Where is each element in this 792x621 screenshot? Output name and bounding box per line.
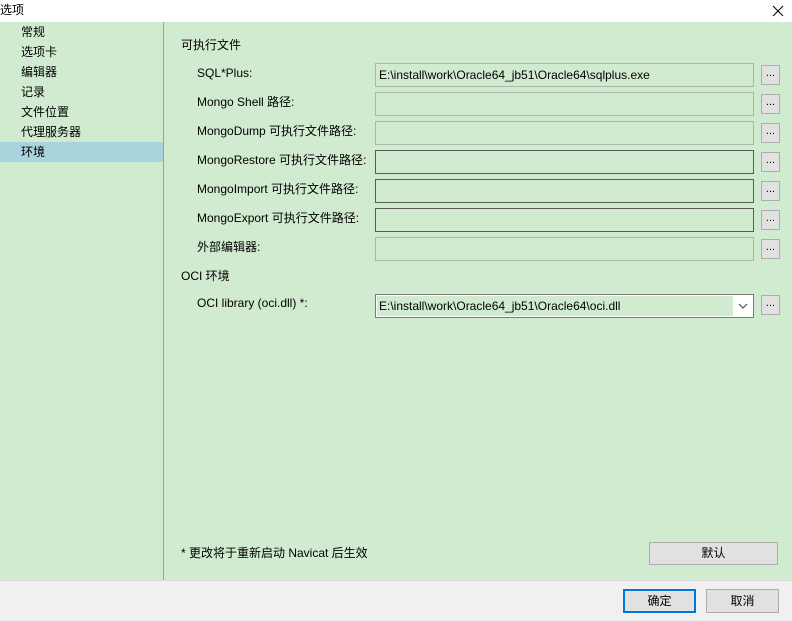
mongoimport-browse-button[interactable]: ... <box>761 181 780 201</box>
mongorestore-label: MongoRestore 可执行文件路径: <box>197 153 367 167</box>
default-button[interactable]: 默认 <box>649 542 778 565</box>
sqlplus-path-input[interactable] <box>375 63 754 87</box>
dialog-footer: 确定 取消 <box>0 580 792 621</box>
external-editor-browse-button[interactable]: ... <box>761 239 780 259</box>
window-title: 选项 <box>0 3 25 17</box>
mongoexport-browse-button[interactable]: ... <box>761 210 780 230</box>
oci-library-value: E:\install\work\Oracle64_jb51\Oracle64\o… <box>377 296 733 316</box>
executables-section-title: 可执行文件 <box>181 38 242 52</box>
external-editor-label: 外部编辑器: <box>197 240 261 254</box>
external-editor-path-input[interactable] <box>375 237 754 261</box>
environment-panel: 可执行文件 SQL*Plus: ... Mongo Shell 路径: ... … <box>164 22 792 580</box>
sqlplus-browse-button[interactable]: ... <box>761 65 780 85</box>
oci-library-browse-button[interactable]: ... <box>761 295 780 315</box>
oci-library-label: OCI library (oci.dll) *: <box>197 296 308 310</box>
mongoexport-path-input[interactable] <box>375 208 754 232</box>
restart-note: * 更改将于重新启动 Navicat 后生效 <box>181 546 368 560</box>
mongodump-path-input[interactable] <box>375 121 754 145</box>
oci-section-title: OCI 环境 <box>181 269 230 283</box>
mongodump-browse-button[interactable]: ... <box>761 123 780 143</box>
mongorestore-browse-button[interactable]: ... <box>761 152 780 172</box>
sidebar-item-general[interactable]: 常规 <box>0 22 163 42</box>
sidebar-item-environment[interactable]: 环境 <box>0 142 163 162</box>
sidebar-item-tabs[interactable]: 选项卡 <box>0 42 163 62</box>
mongoimport-path-input[interactable] <box>375 179 754 203</box>
mongoexport-label: MongoExport 可执行文件路径: <box>197 211 360 225</box>
mongo-shell-path-input[interactable] <box>375 92 754 116</box>
options-sidebar: 常规 选项卡 编辑器 记录 文件位置 代理服务器 环境 <box>0 22 164 580</box>
ok-button[interactable]: 确定 <box>623 589 696 613</box>
sidebar-item-records[interactable]: 记录 <box>0 82 163 102</box>
title-bar: 选项 <box>0 0 792 22</box>
mongodump-label: MongoDump 可执行文件路径: <box>197 124 357 138</box>
sidebar-item-editor[interactable]: 编辑器 <box>0 62 163 82</box>
sqlplus-label: SQL*Plus: <box>197 66 253 80</box>
close-button[interactable] <box>764 0 792 22</box>
chevron-down-icon <box>738 303 748 309</box>
mongo-shell-label: Mongo Shell 路径: <box>197 95 295 109</box>
oci-library-dropdown-button[interactable] <box>733 295 753 317</box>
oci-library-combobox[interactable]: E:\install\work\Oracle64_jb51\Oracle64\o… <box>375 294 754 318</box>
sidebar-item-file-location[interactable]: 文件位置 <box>0 102 163 122</box>
mongoimport-label: MongoImport 可执行文件路径: <box>197 182 359 196</box>
close-icon <box>772 5 784 17</box>
sidebar-item-proxy[interactable]: 代理服务器 <box>0 122 163 142</box>
mongo-shell-browse-button[interactable]: ... <box>761 94 780 114</box>
mongorestore-path-input[interactable] <box>375 150 754 174</box>
cancel-button[interactable]: 取消 <box>706 589 779 613</box>
